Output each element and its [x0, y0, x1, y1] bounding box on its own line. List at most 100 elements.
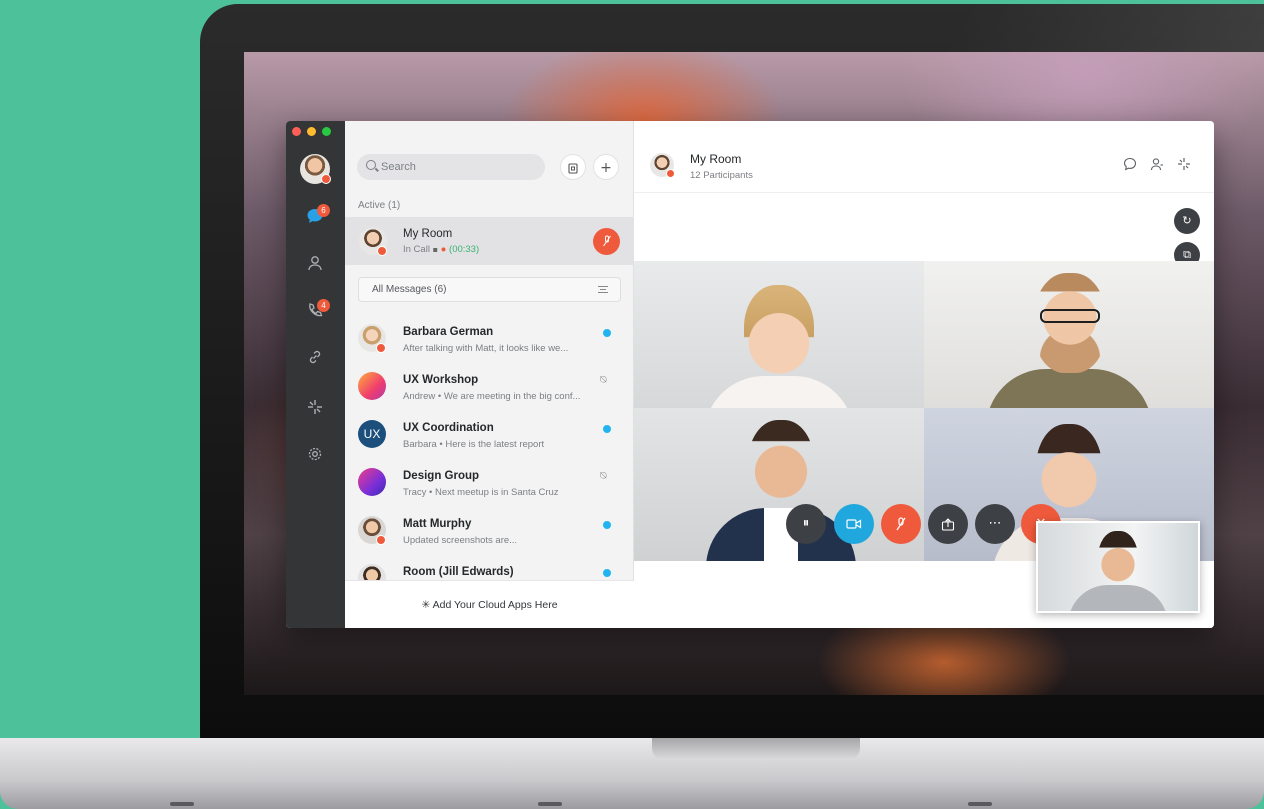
link-icon[interactable] — [304, 349, 326, 371]
camera-icon — [846, 519, 862, 529]
muted-bell-icon: ⍉ — [600, 373, 607, 386]
pause-icon: ⏸ — [802, 516, 810, 531]
glasses-shape — [1040, 309, 1100, 323]
message-title: UX Coordination — [403, 422, 494, 434]
lock-button[interactable] — [560, 154, 586, 180]
participant-figure — [986, 369, 1152, 408]
missed-calls-badge: 4 — [317, 299, 330, 312]
active-call-row[interactable]: My Room In Call ▪ ● (00:33) — [345, 217, 634, 265]
nav-rail: 6 4 — [286, 121, 345, 628]
video-button[interactable] — [834, 504, 874, 544]
more-options-button[interactable]: ⋯ — [975, 504, 1015, 544]
spark-icon: ✳ — [421, 599, 431, 611]
list-item[interactable]: UX UX Coordination Barbara • Here is the… — [345, 413, 634, 461]
search-input[interactable]: Search — [357, 154, 545, 180]
filter-label: All Messages (6) — [372, 284, 447, 295]
list-item[interactable]: Barbara German After talking with Matt, … — [345, 317, 634, 365]
avatar — [358, 372, 386, 400]
participant-face — [744, 285, 814, 379]
participant-face — [1034, 273, 1106, 373]
mute-button[interactable] — [593, 228, 620, 255]
ellipsis-icon: ⋯ — [988, 516, 1002, 531]
apps-icon[interactable] — [1175, 157, 1193, 175]
participants-icon[interactable] — [1148, 157, 1166, 175]
maximize-window-button[interactable] — [322, 127, 331, 136]
laptop-base — [0, 738, 1264, 809]
room-header: My Room 12 Participants — [634, 121, 1214, 193]
contacts-icon[interactable] — [304, 255, 326, 277]
new-conversation-button[interactable]: + — [593, 154, 619, 180]
refresh-icon: ↻ — [1182, 214, 1192, 227]
active-room-status: In Call ▪ ● (00:33) — [403, 244, 619, 255]
avatar — [358, 564, 386, 580]
message-preview: Barbara • Here is the latest report — [403, 439, 545, 450]
laptop-foot — [170, 802, 194, 806]
message-filter-dropdown[interactable]: All Messages (6) — [358, 277, 621, 302]
message-title: Room (Jill Edwards) — [403, 566, 514, 578]
participant-video-tile[interactable] — [634, 261, 924, 408]
message-preview: Updated screenshots are... — [403, 535, 518, 546]
cloud-apps-icon[interactable] — [304, 398, 326, 420]
chat-bubble-outline-icon — [1123, 157, 1137, 171]
spark-icon — [1178, 158, 1190, 170]
app-window: 6 4 Search + Active (1) My Room In Call … — [286, 121, 1214, 628]
share-screen-button[interactable] — [928, 504, 968, 544]
self-face — [1098, 531, 1138, 589]
search-icon — [366, 160, 376, 170]
meeting-panel: My Room 12 Participants ↻ ⧉ ⏸ ⋯ — [634, 121, 1214, 628]
presence-badge — [376, 343, 386, 353]
people-icon — [1150, 158, 1163, 171]
avatar — [358, 468, 386, 496]
active-room-title: My Room — [403, 228, 453, 240]
external-link-icon: ⧉ — [1183, 248, 1191, 261]
add-cloud-apps-label: Add Your Cloud Apps Here — [432, 599, 558, 611]
avatar: UX — [358, 420, 386, 448]
unread-count-badge: 6 — [317, 204, 330, 217]
close-window-button[interactable] — [292, 127, 301, 136]
unread-indicator — [603, 569, 611, 577]
filter-icon — [598, 286, 608, 293]
laptop-foot — [538, 802, 562, 806]
call-status-text: In Call — [403, 244, 430, 255]
share-icon — [941, 518, 955, 531]
hold-button[interactable]: ⏸ — [786, 504, 826, 544]
list-item[interactable]: UX Workshop Andrew • We are meeting in t… — [345, 365, 634, 413]
message-preview: Andrew • We are meeting in the big conf.… — [403, 391, 581, 402]
participant-count: 12 Participants — [690, 170, 753, 181]
bezel-glare — [941, 4, 1264, 52]
unread-indicator — [603, 425, 611, 433]
message-title: UX Workshop — [403, 374, 479, 386]
gear-icon — [308, 447, 322, 461]
search-placeholder: Search — [381, 161, 416, 173]
call-timer: (00:33) — [449, 244, 480, 255]
unread-indicator — [603, 521, 611, 529]
laptop-foot — [968, 802, 992, 806]
presence-badge — [377, 246, 387, 256]
swap-layout-button[interactable]: ↻ — [1174, 208, 1200, 234]
message-preview: After talking with Matt, it looks like w… — [403, 343, 569, 354]
message-preview: Tracy • Next meetup is in Santa Cruz — [403, 487, 559, 498]
muted-bell-icon: ⍉ — [600, 469, 607, 482]
presence-badge — [376, 535, 386, 545]
list-item[interactable]: Matt Murphy Updated screenshots are... — [345, 509, 634, 557]
person-icon — [308, 256, 322, 271]
participant-video-tile[interactable] — [634, 408, 924, 561]
active-section-label: Active (1) — [358, 200, 401, 211]
participant-figure — [704, 376, 854, 408]
add-cloud-apps-button[interactable]: ✳ Add Your Cloud Apps Here — [345, 580, 634, 628]
recording-dot-icon: ● — [440, 244, 447, 255]
unread-indicator — [603, 329, 611, 337]
self-view-video[interactable] — [1036, 521, 1200, 613]
plus-icon: + — [600, 160, 612, 176]
participant-video-tile[interactable] — [924, 261, 1214, 408]
microphone-muted-icon — [896, 517, 906, 531]
mute-button[interactable] — [881, 504, 921, 544]
settings-icon[interactable] — [304, 446, 326, 468]
chat-icon[interactable] — [1121, 157, 1139, 175]
list-item[interactable]: Room (Jill Edwards) — [345, 557, 634, 580]
spark-icon — [308, 400, 322, 414]
list-item[interactable]: Design Group Tracy • Next meetup is in S… — [345, 461, 634, 509]
minimize-window-button[interactable] — [307, 127, 316, 136]
building-icon — [568, 163, 578, 174]
laptop-notch — [652, 738, 860, 760]
